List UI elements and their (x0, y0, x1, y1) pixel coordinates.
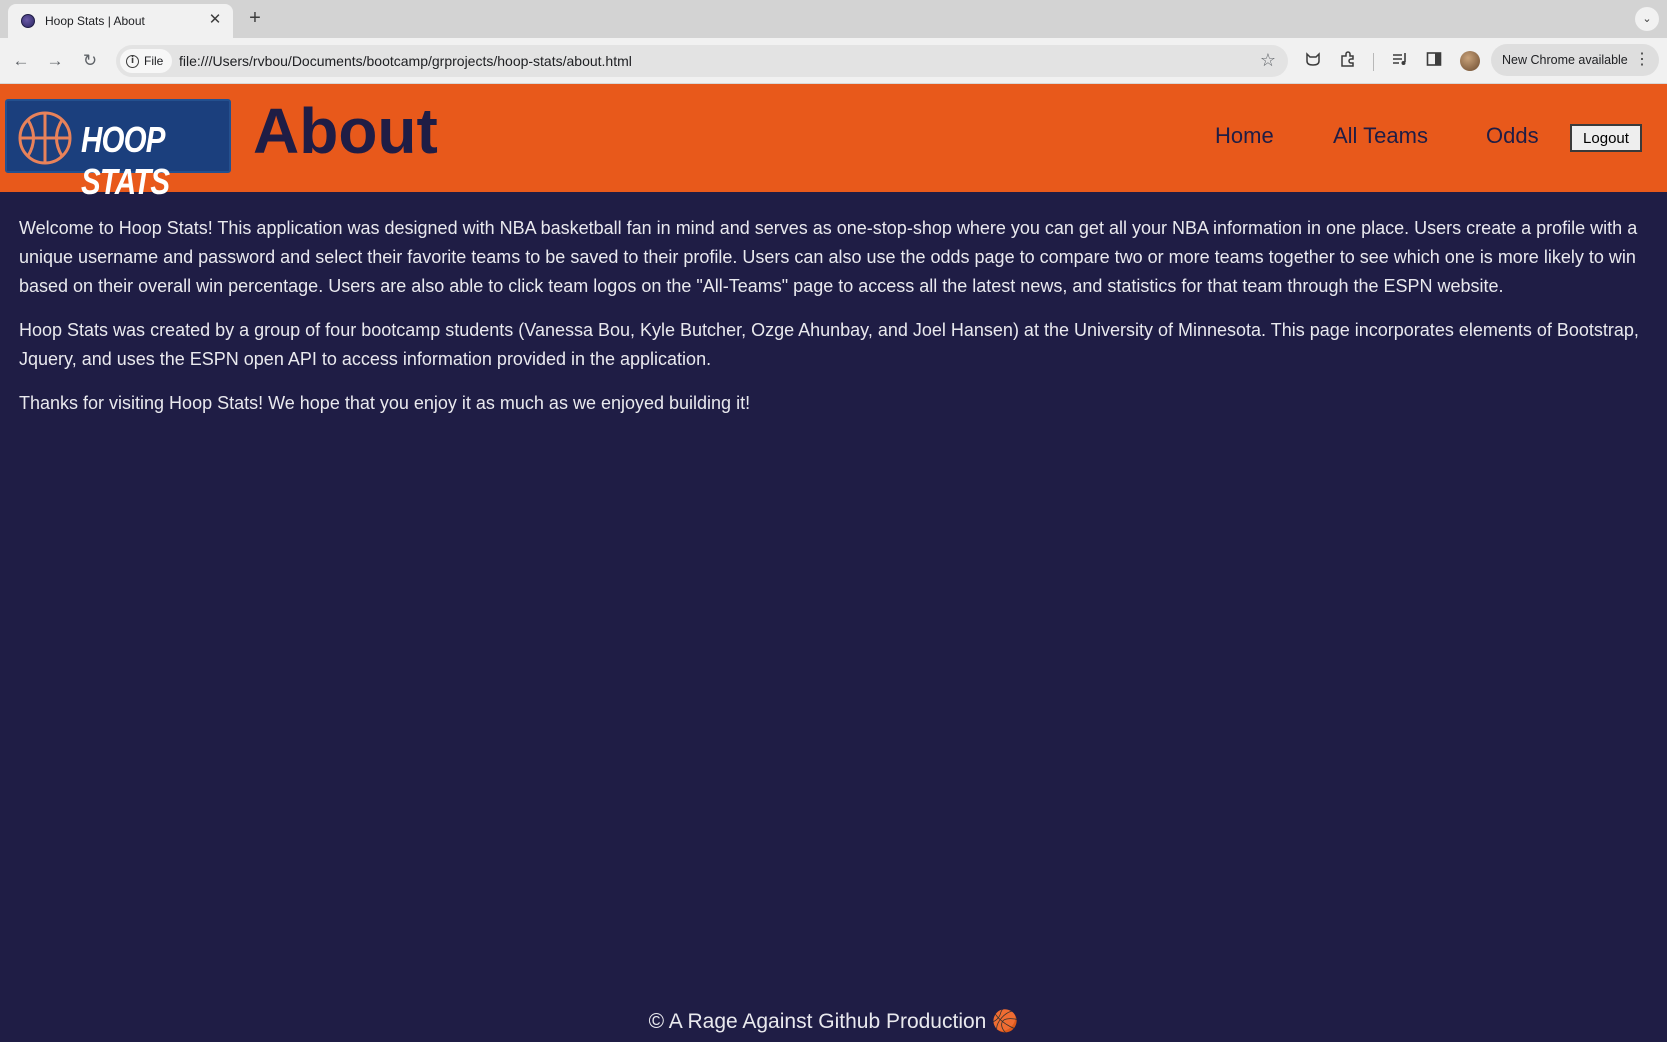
nav-home-link[interactable]: Home (1215, 123, 1274, 149)
chrome-update-button[interactable]: New Chrome available ⋮ (1491, 44, 1659, 76)
media-controls-icon[interactable] (1389, 50, 1411, 72)
site-header: HOOP STATS About Home All Teams Odds Log… (0, 84, 1667, 202)
hoop-stats-logo: HOOP STATS (5, 99, 231, 202)
reload-icon[interactable]: ↻ (79, 50, 101, 72)
site-info-chip[interactable]: i File (120, 49, 172, 73)
profile-avatar[interactable] (1460, 51, 1480, 71)
thanks-paragraph: Thanks for visiting Hoop Stats! We hope … (19, 393, 751, 413)
credits-paragraph: Hoop Stats was created by a group of fou… (19, 320, 1639, 369)
logo-text: HOOP STATS (81, 119, 170, 202)
forward-icon[interactable]: → (44, 50, 66, 72)
info-icon: i (126, 54, 139, 68)
back-icon[interactable]: ← (10, 50, 32, 72)
intro-paragraph: Welcome to Hoop Stats! This application … (19, 218, 1638, 296)
menu-dots-icon[interactable]: ⋮ (1634, 49, 1650, 69)
close-tab-icon[interactable]: ✕ (207, 12, 223, 28)
extension-cat-icon[interactable] (1302, 50, 1324, 72)
toolbar-divider (1373, 53, 1374, 71)
about-content: Welcome to Hoop Stats! This application … (19, 214, 1649, 433)
tab-search-icon[interactable]: ⌄ (1635, 7, 1659, 31)
extensions-puzzle-icon[interactable] (1337, 50, 1359, 72)
site-footer: © A Rage Against Github Production 🏀 (0, 1010, 1667, 1034)
nav-all-teams-link[interactable]: All Teams (1333, 123, 1428, 149)
url-text[interactable]: file:///Users/rvbou/Documents/bootcamp/g… (179, 53, 632, 69)
new-tab-icon[interactable]: + (244, 8, 266, 30)
page-title: About (253, 95, 438, 167)
update-label: New Chrome available (1502, 53, 1628, 67)
address-bar[interactable]: i File file:///Users/rvbou/Documents/boo… (116, 45, 1288, 77)
nav-odds-link[interactable]: Odds (1486, 123, 1539, 149)
bookmark-star-icon[interactable]: ☆ (1260, 50, 1276, 71)
basketball-icon (18, 111, 72, 165)
logout-button[interactable]: Logout (1570, 124, 1642, 152)
favicon-icon (21, 14, 35, 28)
browser-tab[interactable]: Hoop Stats | About ✕ (8, 4, 233, 38)
browser-toolbar: ← → ↻ i File file:///Users/rvbou/Documen… (0, 38, 1667, 84)
browser-tab-strip: Hoop Stats | About ✕ + ⌄ (0, 0, 1667, 38)
tab-title: Hoop Stats | About (45, 14, 145, 28)
file-label: File (144, 54, 164, 68)
footer-text: © A Rage Against Github Production 🏀 (648, 1010, 1019, 1033)
side-panel-icon[interactable] (1423, 50, 1445, 72)
